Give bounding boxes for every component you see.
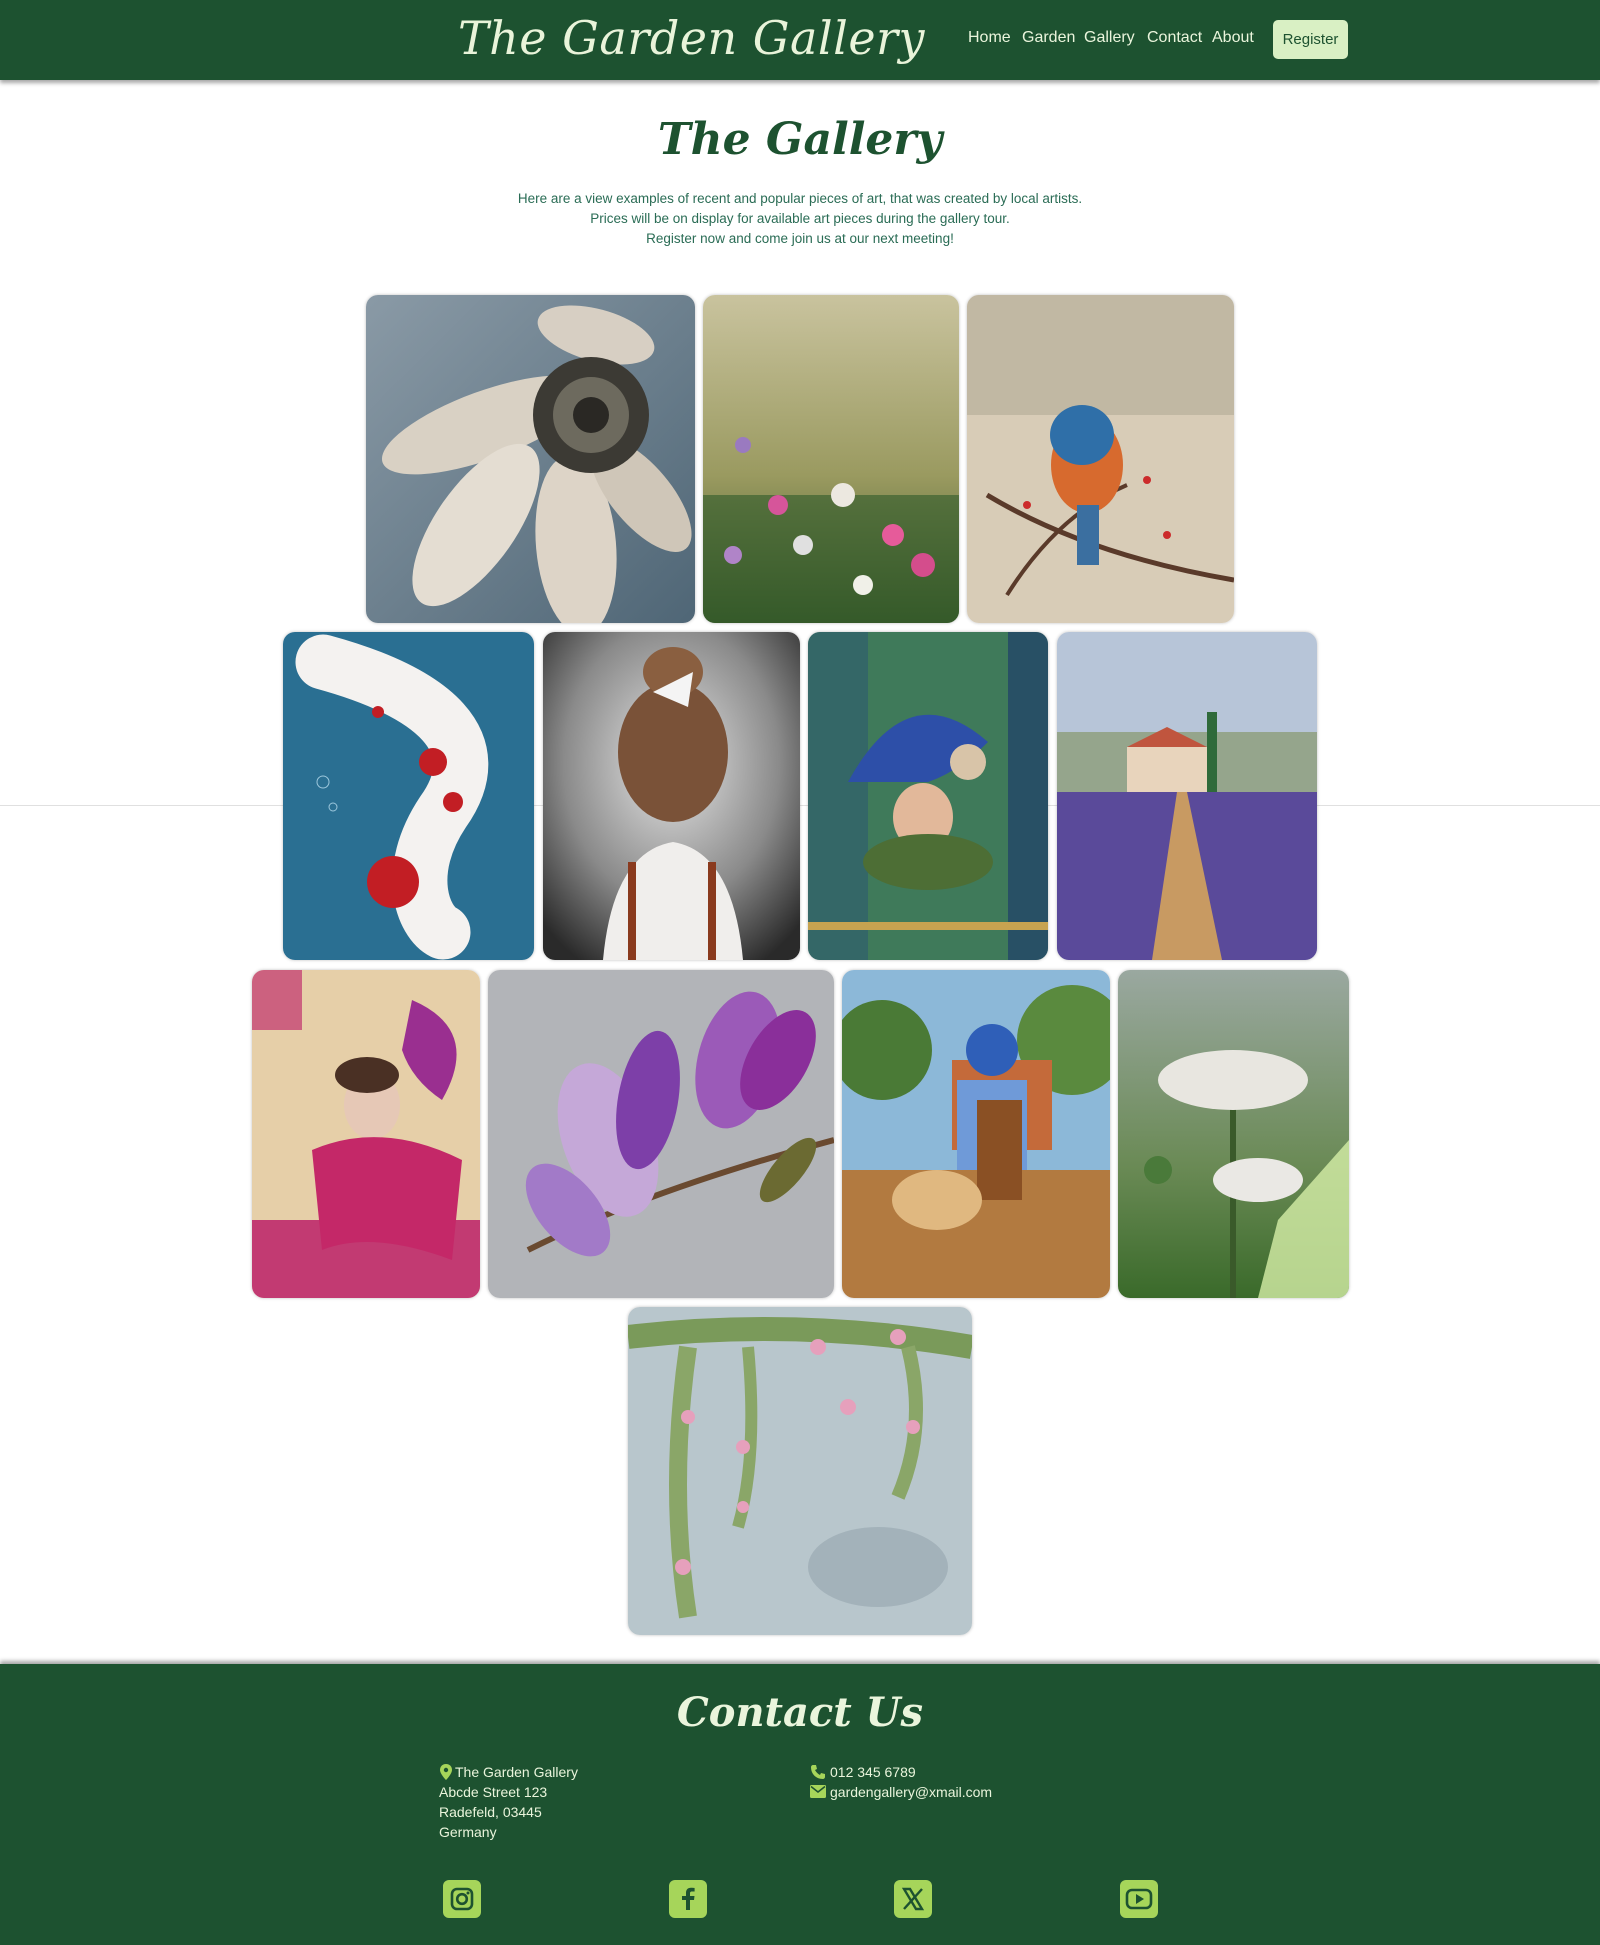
white-wildflowers-painting[interactable] (1118, 970, 1349, 1298)
address-name: The Garden Gallery (455, 1764, 578, 1780)
wildflower-meadow-painting[interactable] (703, 295, 959, 623)
bluebird-on-branch-painting[interactable] (967, 295, 1234, 623)
woman-with-pink-wings-painting[interactable] (252, 970, 480, 1298)
intro-line-3: Register now and come join us at our nex… (646, 231, 954, 246)
location-pin-icon (440, 1764, 452, 1780)
nav-home[interactable]: Home (968, 27, 1011, 49)
koi-fish-painting[interactable] (283, 632, 534, 960)
site-footer: Contact Us The Garden Gallery Abcde Stre… (0, 1664, 1600, 1945)
nav-contact[interactable]: Contact (1147, 27, 1202, 49)
white-daisy-painting[interactable] (366, 295, 695, 623)
youtube-icon[interactable] (1120, 1880, 1158, 1918)
address-country: Germany (439, 1824, 497, 1840)
address-city: Radefeld, 03445 (439, 1804, 542, 1820)
x-icon[interactable] (894, 1880, 932, 1918)
nav-about[interactable]: About (1212, 27, 1254, 49)
woman-with-blue-feathers-painting[interactable] (808, 632, 1048, 960)
girl-with-bow-painting[interactable] (543, 632, 800, 960)
page-divider (0, 805, 1600, 806)
lavender-field-cottage-painting[interactable] (1057, 632, 1317, 960)
nav-garden[interactable]: Garden (1022, 27, 1075, 49)
nav-gallery[interactable]: Gallery (1084, 27, 1135, 49)
contact-title: Contact Us (676, 1689, 924, 1736)
address-street: Abcde Street 123 (439, 1784, 548, 1800)
phone-number[interactable]: 012 345 6789 (830, 1762, 916, 1782)
phone-icon (811, 1765, 825, 1779)
purple-magnolia-painting[interactable] (488, 970, 834, 1298)
email-address[interactable]: gardengallery@xmail.com (830, 1782, 992, 1802)
intro-line-2: Prices will be on display for available … (590, 211, 1010, 226)
instagram-icon[interactable] (443, 1880, 481, 1918)
intro-line-1: Here are a view examples of recent and p… (517, 191, 1083, 206)
site-header: The Garden Gallery Home Garden Gallery C… (0, 0, 1600, 80)
pink-blossom-vines-painting[interactable] (628, 1307, 972, 1635)
facebook-icon[interactable] (669, 1880, 707, 1918)
boy-and-dog-painting[interactable] (842, 970, 1110, 1298)
site-logo[interactable]: The Garden Gallery (458, 2, 925, 74)
page-title: The Gallery (657, 114, 943, 165)
register-button[interactable]: Register (1273, 20, 1348, 59)
email-icon (810, 1785, 826, 1798)
